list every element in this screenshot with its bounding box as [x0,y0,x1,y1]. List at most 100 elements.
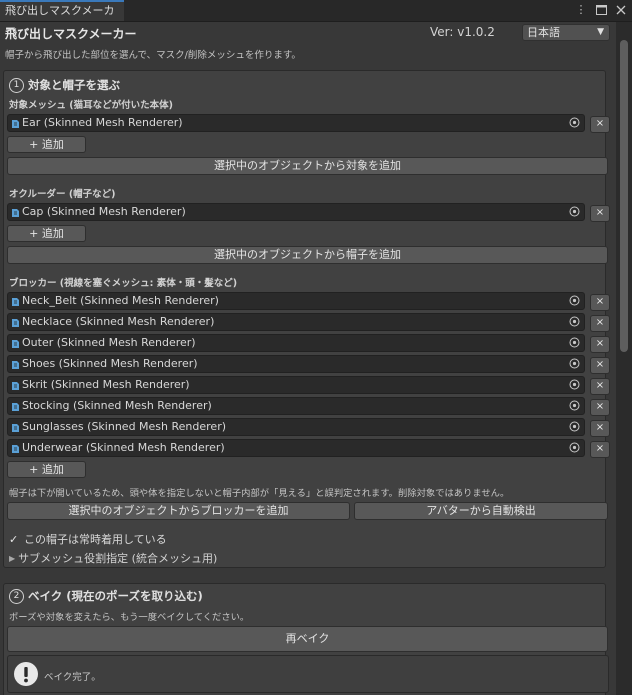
section2-title: 2 ベイク (現在のポーズを取り込む) [9,588,203,604]
object-field-row: Cap (Skinned Mesh Renderer) × [7,203,610,222]
object-picker-icon[interactable] [569,421,580,432]
maximize-icon[interactable] [594,2,608,17]
object-picker-icon[interactable] [569,442,580,453]
add-selected-blocker-button[interactable]: 選択中のオブジェクトからブロッカーを追加 [7,502,350,520]
section2-title-text: ベイク (現在のポーズを取り込む) [28,589,203,603]
object-field[interactable]: Stocking (Skinned Mesh Renderer) [7,397,585,415]
section-bake: 2 ベイク (現在のポーズを取り込む) ポーズや対象を変えたら、もう一度ベイクして… [3,583,609,695]
tool-content: 飛び出しマスクメーカー Ver: v1.0.2 日本語 ▼ 帽子から飛び出した部位… [0,22,616,695]
info-icon [13,661,39,687]
object-picker-icon[interactable] [569,316,580,327]
occluder-label: オクルーダー (帽子など) [9,189,116,200]
object-field[interactable]: Neck_Belt (Skinned Mesh Renderer) [7,292,585,310]
remove-button[interactable]: × [590,315,610,332]
object-field[interactable]: Ear (Skinned Mesh Renderer) [7,114,585,132]
object-field-row: Neck_Belt (Skinned Mesh Renderer) × [7,292,610,311]
add-target-button[interactable]: + 追加 [7,136,86,153]
object-field-value: Neck_Belt (Skinned Mesh Renderer) [22,294,219,307]
mesh-renderer-icon [11,118,20,128]
section-targets: 1 対象と帽子を選ぶ 対象メッシュ (猫耳などが付いた本体) Ear (Skinn… [3,70,610,568]
object-field-row: Shoes (Skinned Mesh Renderer) × [7,355,610,374]
remove-button[interactable]: × [590,399,610,416]
mesh-renderer-icon [11,317,20,327]
object-picker-icon[interactable] [569,295,580,306]
object-field-value: Cap (Skinned Mesh Renderer) [22,205,186,218]
version-label: Ver: v1.0.2 [430,25,495,39]
object-field[interactable]: Outer (Skinned Mesh Renderer) [7,334,585,352]
object-field-row: Outer (Skinned Mesh Renderer) × [7,334,610,353]
tool-description: 帽子から飛び出した部位を選んで、マスク/削除メッシュを作ります。 [5,50,301,61]
object-picker-icon[interactable] [569,117,580,128]
object-field[interactable]: Shoes (Skinned Mesh Renderer) [7,355,585,373]
object-picker-icon[interactable] [569,358,580,369]
remove-button[interactable]: × [590,336,610,353]
remove-button[interactable]: × [590,378,610,395]
blocker-label: ブロッカー (視線を塞ぐメッシュ: 素体・頭・髪など) [9,278,238,289]
tab-bar: 飛び出しマスクメーカー ⋮ [0,0,632,35]
object-field-value: Shoes (Skinned Mesh Renderer) [22,357,198,370]
mesh-renderer-icon [11,401,20,411]
remove-button[interactable]: × [590,441,610,458]
always-worn-label: この帽子は常時着用している [24,533,167,546]
remove-button[interactable]: × [590,357,610,374]
remove-button[interactable]: × [590,116,610,133]
always-worn-toggle[interactable]: ✓ この帽子は常時着用している [9,531,167,547]
foldout-arrow-icon: ▶ [9,553,16,563]
object-field-value: Necklace (Skinned Mesh Renderer) [22,315,215,328]
section1-title: 1 対象と帽子を選ぶ [9,77,120,93]
language-dropdown[interactable]: 日本語 ▼ [522,24,610,41]
language-value: 日本語 [527,26,560,39]
scrollbar-thumb[interactable] [620,40,628,352]
object-field[interactable]: Underwear (Skinned Mesh Renderer) [7,439,585,457]
object-field-row: Necklace (Skinned Mesh Renderer) × [7,313,610,332]
remove-button[interactable]: × [590,420,610,437]
object-field[interactable]: Skrit (Skinned Mesh Renderer) [7,376,585,394]
object-field-value: Skrit (Skinned Mesh Renderer) [22,378,190,391]
object-field-row: Ear (Skinned Mesh Renderer) × [7,114,610,133]
step-number-icon: 2 [9,588,24,604]
object-field-row: Skrit (Skinned Mesh Renderer) × [7,376,610,395]
submesh-role-label: サブメッシュ役割指定 (統合メッシュ用) [18,552,218,565]
window-tab[interactable]: 飛び出しマスクメーカー [0,0,124,35]
mesh-renderer-icon [11,380,20,390]
dropdown-arrow-icon: ▼ [597,27,604,37]
object-field[interactable]: Sunglasses (Skinned Mesh Renderer) [7,418,585,436]
add-selected-hat-button[interactable]: 選択中のオブジェクトから帽子を追加 [7,246,608,264]
target-mesh-label: 対象メッシュ (猫耳などが付いた本体) [9,100,173,111]
kebab-menu-icon[interactable]: ⋮ [574,2,588,17]
add-blocker-button[interactable]: + 追加 [7,461,86,478]
submesh-role-foldout[interactable]: ▶ サブメッシュ役割指定 (統合メッシュ用) [9,550,217,566]
object-field-row: Stocking (Skinned Mesh Renderer) × [7,397,610,416]
object-field-row: Underwear (Skinned Mesh Renderer) × [7,439,610,458]
object-field-value: Outer (Skinned Mesh Renderer) [22,336,196,349]
object-field[interactable]: Cap (Skinned Mesh Renderer) [7,203,585,221]
status-text: ベイク完了。 [44,672,101,683]
checkmark-icon: ✓ [9,532,19,546]
object-field-value: Sunglasses (Skinned Mesh Renderer) [22,420,227,433]
remove-button[interactable]: × [590,294,610,311]
status-helpbox: ベイク完了。 [7,655,609,693]
object-picker-icon[interactable] [569,206,580,217]
mesh-renderer-icon [11,338,20,348]
object-picker-icon[interactable] [569,379,580,390]
object-field-value: Underwear (Skinned Mesh Renderer) [22,441,225,454]
remove-button[interactable]: × [590,205,610,222]
section1-title-text: 対象と帽子を選ぶ [28,78,120,92]
object-field-value: Stocking (Skinned Mesh Renderer) [22,399,212,412]
mesh-renderer-icon [11,359,20,369]
auto-detect-button[interactable]: アバターから自動検出 [354,502,608,520]
mesh-renderer-icon [11,443,20,453]
tool-title: 飛び出しマスクメーカー [5,27,137,41]
object-picker-icon[interactable] [569,400,580,411]
add-occluder-button[interactable]: + 追加 [7,225,86,242]
mesh-renderer-icon [11,422,20,432]
object-field-row: Sunglasses (Skinned Mesh Renderer) × [7,418,610,437]
vertical-scrollbar[interactable] [616,22,632,695]
mesh-renderer-icon [11,296,20,306]
object-field[interactable]: Necklace (Skinned Mesh Renderer) [7,313,585,331]
object-picker-icon[interactable] [569,337,580,348]
close-window-icon[interactable] [614,2,628,17]
add-selected-target-button[interactable]: 選択中のオブジェクトから対象を追加 [7,157,608,175]
rebake-button[interactable]: 再ベイク [7,626,608,652]
object-field-value: Ear (Skinned Mesh Renderer) [22,116,183,129]
